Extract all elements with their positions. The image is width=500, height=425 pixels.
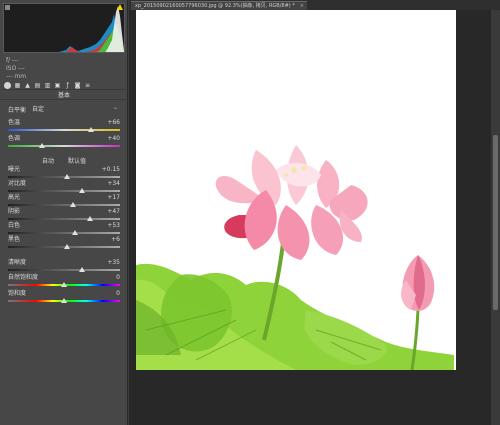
slider-thumb[interactable] [61, 282, 67, 287]
section-title: 基本 [0, 91, 128, 100]
tone-curve-icon[interactable]: ▦ [14, 82, 21, 89]
slider-track[interactable] [8, 129, 120, 131]
slider-thumb[interactable] [64, 244, 71, 249]
slider-label: 色调 [8, 135, 21, 142]
camera-calibration-icon[interactable]: ◙ [74, 82, 81, 89]
slider-track[interactable] [8, 218, 120, 220]
scrollbar-thumb[interactable] [493, 135, 498, 310]
slider-label: 高光 [8, 194, 21, 201]
camera-raw-panel: f/ --- ISO --- --- mm ▦ ▲ ▤ ▥ ▣ ƒ ◙ ≡ 基本… [0, 0, 128, 425]
document-tab-bar: xp_20150902160057796030.jpg @ 92.3%(抽象, … [129, 0, 500, 10]
tint-slider[interactable]: 色调 +40 [8, 135, 120, 153]
basic-icon[interactable] [4, 81, 11, 89]
detail-icon[interactable]: ▲ [24, 82, 31, 89]
slider-label: 对比度 [8, 180, 27, 187]
vertical-scrollbar[interactable] [491, 10, 500, 425]
lotus-bud [401, 255, 435, 312]
slider-thumb[interactable] [87, 127, 94, 132]
presets-icon[interactable]: ≡ [84, 82, 91, 89]
panel-tabs: ▦ ▲ ▤ ▥ ▣ ƒ ◙ ≡ [2, 81, 126, 90]
auto-button[interactable]: 自动 [42, 158, 54, 165]
info-iso: ISO --- [6, 65, 25, 72]
auto-default-row: 自动 默认值 [0, 158, 128, 166]
slider-track[interactable] [8, 190, 120, 192]
white-balance-select[interactable]: 自定 [30, 104, 120, 114]
histogram [3, 3, 125, 53]
lens-icon[interactable]: ▣ [54, 82, 61, 89]
slider-label: 曝光 [8, 166, 21, 173]
camera-info: f/ --- ISO --- --- mm [6, 57, 124, 81]
slider-track[interactable] [8, 204, 120, 206]
white-balance-row: 白平衡 自定 [8, 104, 120, 115]
slider-value[interactable]: 0 [116, 274, 120, 282]
clip-highlight-icon[interactable] [117, 4, 123, 10]
white-balance-label: 白平衡 [8, 107, 27, 114]
slider-value[interactable]: +6 [111, 236, 120, 244]
document-tab[interactable]: xp_20150902160057796030.jpg @ 92.3%(抽象, … [131, 1, 307, 10]
slider-value[interactable]: +0.15 [102, 166, 120, 174]
lotus-image[interactable] [136, 10, 456, 370]
slider-thumb[interactable] [64, 174, 71, 179]
slider-label: 清晰度 [8, 259, 27, 266]
slider-thumb[interactable] [69, 202, 76, 207]
slider-label: 自然饱和度 [8, 274, 39, 281]
slider-thumb[interactable] [61, 298, 67, 303]
slider-label: 阴影 [8, 208, 21, 215]
slider-track[interactable] [8, 232, 120, 234]
slider-value[interactable]: 0 [116, 290, 120, 298]
fx-icon[interactable]: ƒ [64, 82, 71, 89]
slider-value[interactable]: +53 [107, 222, 120, 230]
lotus-bloom [215, 145, 368, 260]
close-icon[interactable]: × [300, 2, 304, 10]
split-tone-icon[interactable]: ▥ [44, 82, 51, 89]
slider-value[interactable]: +47 [107, 208, 120, 216]
info-focal: --- mm [6, 73, 27, 80]
blacks-slider[interactable]: 黑色 +6 [8, 236, 120, 254]
document-tab-title: xp_20150902160057796030.jpg @ 92.3%(抽象, … [135, 3, 295, 9]
default-button[interactable]: 默认值 [68, 158, 86, 165]
saturation-slider[interactable]: 饱和度 0 [8, 290, 120, 308]
slider-value[interactable]: +34 [107, 180, 120, 188]
slider-label: 色温 [8, 119, 21, 126]
clip-shadow-icon[interactable] [5, 5, 10, 10]
slider-value[interactable]: +35 [107, 259, 120, 267]
lotus-artwork [136, 145, 454, 370]
histogram-graph [59, 6, 124, 52]
slider-value[interactable]: +66 [107, 119, 120, 127]
slider-thumb[interactable] [86, 216, 93, 221]
info-aperture: f/ --- [6, 57, 19, 64]
slider-label: 黑色 [8, 236, 21, 243]
slider-thumb[interactable] [72, 230, 79, 235]
slider-label: 白色 [8, 222, 21, 229]
slider-track[interactable] [8, 269, 120, 271]
slider-thumb[interactable] [78, 267, 85, 272]
slider-thumb[interactable] [38, 143, 45, 148]
slider-value[interactable]: +17 [107, 194, 120, 202]
hsl-icon[interactable]: ▤ [34, 82, 41, 89]
slider-label: 饱和度 [8, 290, 27, 297]
slider-track[interactable] [8, 145, 120, 147]
slider-thumb[interactable] [78, 188, 85, 193]
slider-value[interactable]: +40 [107, 135, 120, 143]
